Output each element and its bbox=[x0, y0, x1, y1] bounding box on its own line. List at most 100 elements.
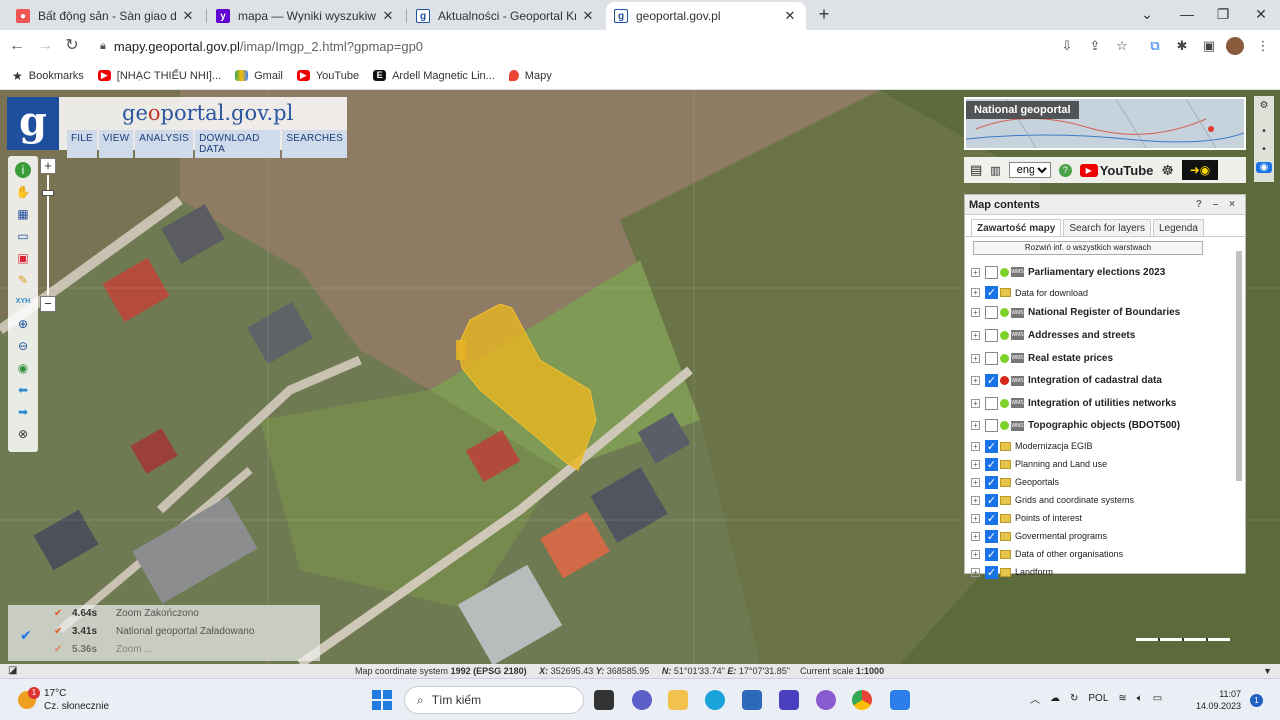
layer-checkbox[interactable] bbox=[985, 306, 998, 320]
layer-row[interactable]: + WMS Addresses and streets bbox=[971, 324, 1233, 347]
menu-searches[interactable]: SEARCHES bbox=[282, 130, 347, 158]
chrome-icon[interactable] bbox=[852, 690, 872, 710]
layer-checkbox[interactable]: ✓ bbox=[985, 511, 998, 525]
notification-badge[interactable]: 1 bbox=[1250, 694, 1263, 707]
layer-checkbox[interactable]: ✓ bbox=[985, 565, 998, 579]
layer-checkbox[interactable] bbox=[985, 265, 998, 279]
settings-icon[interactable]: ⚙ bbox=[1256, 100, 1272, 111]
national-geoportal-overview[interactable]: National geoportal bbox=[964, 97, 1246, 150]
panel-controls[interactable]: ? – × bbox=[1196, 195, 1239, 215]
layer-checkbox[interactable]: ✓ bbox=[985, 493, 998, 507]
bookmark-item[interactable]: E Ardell Magnetic Lin... bbox=[373, 70, 495, 82]
window-close-icon[interactable]: ✕ bbox=[1246, 3, 1276, 25]
install-icon[interactable]: ⇩ bbox=[1058, 37, 1076, 55]
back-icon[interactable]: ← bbox=[6, 35, 28, 57]
layer-checkbox[interactable]: ✓ bbox=[985, 547, 998, 561]
wms-icon[interactable]: ▥ bbox=[990, 164, 1000, 177]
tab-search-icon[interactable]: ⌄ bbox=[1132, 3, 1162, 25]
chevron-up-icon[interactable]: ︿ bbox=[1030, 691, 1040, 706]
grid-table-icon[interactable]: ▦ bbox=[15, 206, 31, 222]
tab-yahoo-mapa[interactable]: y mapa — Wyniki wyszukiwarki Yah ✕ bbox=[208, 2, 404, 30]
expand-icon[interactable]: + bbox=[971, 421, 980, 431]
layer-row[interactable]: + ✓ Modernizacja EGIB bbox=[971, 437, 1233, 455]
menu-download-data[interactable]: DOWNLOAD DATA bbox=[195, 130, 281, 158]
maximize-icon[interactable]: ❐ bbox=[1208, 3, 1238, 25]
expand-icon[interactable]: + bbox=[971, 495, 980, 505]
clock[interactable]: 11:07 14.09.2023 bbox=[1196, 688, 1241, 712]
close-icon[interactable]: ✕ bbox=[782, 8, 798, 24]
layer-row[interactable]: + ✓ Govermental programs bbox=[971, 527, 1233, 545]
taskbar-search[interactable]: ⌕ Tìm kiếm bbox=[404, 686, 584, 714]
menu-analysis[interactable]: ANALYSIS bbox=[135, 130, 194, 158]
expand-icon[interactable]: + bbox=[971, 330, 980, 340]
layer-row[interactable]: + ✓ WMS Integration of cadastral data bbox=[971, 369, 1233, 392]
layer-checkbox[interactable]: ✓ bbox=[985, 529, 998, 543]
info-icon[interactable]: i bbox=[15, 162, 31, 178]
teams-chat-icon[interactable] bbox=[632, 690, 652, 710]
expand-icon[interactable]: + bbox=[971, 441, 980, 451]
menu-file[interactable]: FILE bbox=[67, 130, 97, 158]
task-view-icon[interactable] bbox=[594, 690, 614, 710]
windows-start-button[interactable] bbox=[372, 690, 392, 710]
tab-bat-dong-san[interactable]: ● Bất động sản - Sàn giao dịch bất ✕ bbox=[8, 2, 204, 30]
copilot-icon[interactable] bbox=[816, 690, 836, 710]
profile-avatar[interactable] bbox=[1226, 37, 1244, 55]
tab-legend[interactable]: Legenda bbox=[1152, 219, 1204, 236]
pan-hand-icon[interactable]: ✋ bbox=[15, 184, 31, 200]
menu-view[interactable]: VIEW bbox=[98, 130, 134, 158]
tab-aktualnosci[interactable]: g Aktualności - Geoportal Krajowy ✕ bbox=[408, 2, 604, 30]
expand-icon[interactable]: + bbox=[971, 267, 980, 277]
layer-checkbox[interactable]: ✓ bbox=[985, 286, 998, 300]
globe-icon[interactable]: ◉ bbox=[15, 360, 31, 376]
bookmark-item[interactable]: Gmail bbox=[235, 70, 283, 82]
layer-row[interactable]: + WMS National Register of Boundaries bbox=[971, 302, 1233, 325]
language-indicator[interactable]: POL bbox=[1088, 693, 1108, 704]
xyh-coordinates-icon[interactable]: XYH bbox=[15, 294, 31, 310]
wifi-icon[interactable]: ≋ bbox=[1118, 693, 1126, 704]
layer-row[interactable]: + ✓ Data for download bbox=[971, 284, 1233, 302]
geoportal-logo[interactable]: g bbox=[7, 97, 59, 150]
close-icon[interactable]: ✕ bbox=[180, 8, 196, 24]
layer-checkbox[interactable] bbox=[985, 328, 998, 342]
layer-checkbox[interactable] bbox=[985, 419, 998, 433]
close-icon[interactable]: ✕ bbox=[380, 8, 396, 24]
previous-view-icon[interactable]: ⬅ bbox=[15, 382, 31, 398]
side-panel-icon[interactable]: ▣ bbox=[1200, 37, 1218, 55]
chevron-down-icon[interactable]: ▼ bbox=[1263, 664, 1272, 678]
expand-icon[interactable]: + bbox=[971, 477, 980, 487]
contrast-eye-button[interactable]: ➜◉ bbox=[1181, 160, 1218, 180]
battery-icon[interactable]: ▭ bbox=[1153, 693, 1162, 704]
minimize-icon[interactable]: — bbox=[1172, 3, 1202, 25]
bookmark-item[interactable]: ▶ [NHẠC THIẾU NHI]... bbox=[97, 70, 221, 82]
layer-checkbox[interactable]: ✓ bbox=[985, 457, 998, 471]
expand-icon[interactable]: + bbox=[971, 459, 980, 469]
extensions-icon[interactable]: ✱ bbox=[1173, 37, 1191, 55]
layer-row[interactable]: + WMS Topographic objects (BDOT500) bbox=[971, 415, 1233, 438]
lock-icon[interactable]: 🔒︎ bbox=[100, 40, 106, 53]
zoom-in-icon[interactable]: ⊕ bbox=[15, 316, 31, 332]
help-icon[interactable]: ? bbox=[1058, 163, 1072, 177]
cloud-icon[interactable]: ☁ bbox=[1050, 693, 1060, 704]
expand-all-button[interactable]: Rozwiń inf. o wszystkich warstwach bbox=[973, 241, 1203, 255]
todo-check-icon[interactable] bbox=[890, 690, 910, 710]
edge-icon[interactable] bbox=[705, 690, 725, 710]
zoom-plus-button[interactable]: + bbox=[40, 158, 56, 174]
weather-widget[interactable]: 1 17°C Cz. słonecznie bbox=[18, 687, 109, 713]
expand-icon[interactable]: + bbox=[971, 398, 980, 408]
pen-app-icon[interactable] bbox=[779, 690, 799, 710]
expand-icon[interactable]: + bbox=[971, 549, 980, 559]
bookmark-star-icon[interactable]: ☆ bbox=[1113, 37, 1131, 55]
layer-row[interactable]: + WMS Integration of utilities networks bbox=[971, 392, 1233, 415]
expand-icon[interactable]: + bbox=[971, 308, 980, 318]
reload-icon[interactable]: ↻ bbox=[61, 35, 83, 57]
zoom-minus-button[interactable]: − bbox=[40, 296, 56, 312]
accessibility-icon[interactable]: ☸ bbox=[1161, 162, 1174, 179]
layer-row[interactable]: + WMS Real estate prices bbox=[971, 347, 1233, 370]
layer-checkbox[interactable]: ✓ bbox=[985, 439, 998, 453]
expand-icon[interactable]: + bbox=[971, 567, 980, 577]
layer-row[interactable]: + WMS Parliamentary elections 2023 bbox=[971, 261, 1233, 284]
new-tab-button[interactable]: + bbox=[814, 4, 834, 24]
store-icon[interactable] bbox=[742, 690, 762, 710]
translate-icon[interactable]: ⧉ bbox=[1146, 37, 1164, 55]
layer-row[interactable]: + ✓ Planning and Land use bbox=[971, 455, 1233, 473]
